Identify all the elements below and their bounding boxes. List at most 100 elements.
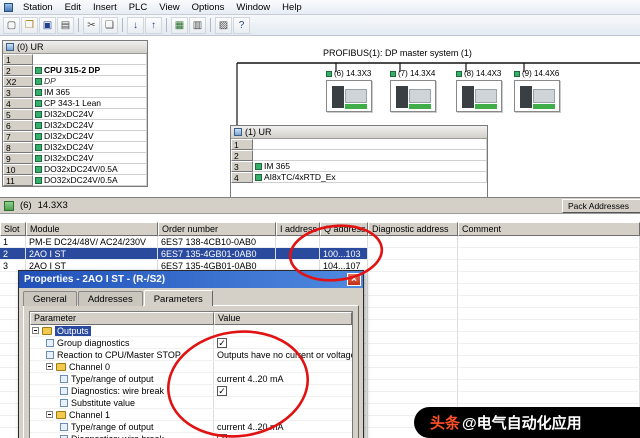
rack0-window[interactable]: (0) UR 12CPU 315-2 DPX2DP3IM 3654CP 343-… (2, 40, 148, 187)
param-row[interactable]: Substitute value (30, 397, 352, 409)
expander-icon[interactable] (32, 327, 39, 334)
table-row[interactable]: 22AO I ST6ES7 135-4GB01-0AB0100...103 (0, 248, 640, 260)
paste-icon[interactable]: ❏ (101, 17, 118, 34)
slot-cell: 5 (3, 109, 33, 120)
column-header[interactable]: Order number (158, 222, 276, 236)
module-icon (35, 133, 42, 140)
dp-slave[interactable]: (8) 14.4X3 (456, 69, 514, 112)
help-icon[interactable]: ? (233, 17, 250, 34)
dp-slave[interactable]: (7) 14.3X4 (390, 69, 448, 112)
rack-row[interactable]: 1 (231, 139, 487, 150)
module-label: CPU 315-2 DP (44, 65, 100, 75)
rack-row[interactable]: 11DO32xDC24V/0.5A (3, 175, 147, 186)
menu-item-plc[interactable]: PLC (123, 0, 153, 14)
checkbox-icon[interactable]: ✓ (217, 338, 227, 348)
menu-item-window[interactable]: Window (230, 0, 276, 14)
module-icon (35, 166, 42, 173)
new-station-icon[interactable]: ▢ (3, 17, 20, 34)
checkbox-icon[interactable]: ✓ (217, 434, 227, 438)
module-icon (255, 174, 262, 181)
parameter-icon (60, 399, 68, 407)
menu-item-insert[interactable]: Insert (87, 0, 123, 14)
column-header[interactable]: Q address (320, 222, 368, 236)
menu-item-help[interactable]: Help (276, 0, 308, 14)
upload-icon[interactable]: ↑ (145, 17, 162, 34)
rack-row[interactable]: 10DO32xDC24V/0.5A (3, 164, 147, 175)
param-row[interactable]: Channel 1 (30, 409, 352, 421)
rack-row[interactable]: 2CPU 315-2 DP (3, 65, 147, 76)
tab-general[interactable]: General (23, 291, 77, 306)
dp-slave-icon (514, 71, 520, 77)
dp-slave-name: (6) 14.3X3 (334, 69, 371, 78)
download-icon[interactable]: ↓ (127, 17, 144, 34)
column-header[interactable]: Module (26, 222, 158, 236)
rack-row[interactable]: 4AI8xTC/4xRTD_Ex (231, 172, 487, 183)
slot-cell: 2 (231, 150, 253, 161)
rack-row[interactable]: 4CP 343-1 Lean (3, 98, 147, 109)
param-column-header[interactable]: Value (214, 312, 352, 325)
rack1-caption[interactable]: (1) UR (231, 126, 487, 139)
dp-slave[interactable]: (6) 14.3X3 (326, 69, 384, 112)
cell-diag (368, 380, 458, 392)
rack-row[interactable]: 3IM 365 (231, 161, 487, 172)
online-offline-icon[interactable]: ▦ (171, 17, 188, 34)
pack-addresses-button[interactable]: Pack Addresses (562, 199, 640, 213)
menu-item-options[interactable]: Options (186, 0, 231, 14)
save-icon[interactable]: ▣ (39, 17, 56, 34)
rack-row[interactable]: 5DI32xDC24V (3, 109, 147, 120)
print-icon[interactable]: ▤ (57, 17, 74, 34)
param-column-header[interactable]: Parameter (30, 312, 214, 325)
dp-slave[interactable]: (9) 14.4X6 (514, 69, 572, 112)
rack-row[interactable]: 9DI32xDC24V (3, 153, 147, 164)
expander-icon[interactable] (46, 363, 53, 370)
param-row[interactable]: Type/range of outputcurrent 4..20 mA (30, 421, 352, 433)
rack1-window[interactable]: (1) UR 123IM 3654AI8xTC/4xRTD_Ex (230, 125, 488, 197)
dp-slave-image (326, 80, 372, 112)
tab-addresses[interactable]: Addresses (78, 291, 143, 306)
dp-slave-icon (456, 71, 462, 77)
param-row[interactable]: Diagnostics: wire break✓ (30, 385, 352, 397)
param-value-cell: ✓ (214, 385, 352, 396)
rack-row[interactable]: 7DI32xDC24V (3, 131, 147, 142)
rack-row[interactable]: 3IM 365 (3, 87, 147, 98)
param-row[interactable]: Diagnostics: wire break✓ (30, 433, 352, 438)
rack-row[interactable]: 6DI32xDC24V (3, 120, 147, 131)
rack-row[interactable]: 8DI32xDC24V (3, 142, 147, 153)
column-header[interactable]: Slot (0, 222, 26, 236)
rack-row[interactable]: 2 (231, 150, 487, 161)
catalog-icon[interactable]: ▨ (215, 17, 232, 34)
rack-row[interactable]: 1 (3, 54, 147, 65)
rack0-caption[interactable]: (0) UR (3, 41, 147, 54)
module-cell: DI32xDC24V (33, 131, 147, 142)
expander-icon[interactable] (46, 411, 53, 418)
param-row[interactable]: Channel 0 (30, 361, 352, 373)
column-header[interactable]: I address (276, 222, 320, 236)
module-icon (35, 155, 42, 162)
column-header[interactable]: Comment (458, 222, 640, 236)
menu-item-view[interactable]: View (153, 0, 185, 14)
column-header[interactable]: Diagnostic address (368, 222, 458, 236)
param-row[interactable]: Type/range of outputcurrent 4..20 mA (30, 373, 352, 385)
table-row[interactable]: 1PM-E DC24/48V/ AC24/230V6ES7 138-4CB10-… (0, 236, 640, 248)
param-row[interactable]: Group diagnostics✓ (30, 337, 352, 349)
slot-cell: 4 (3, 98, 33, 109)
menu-items: StationEditInsertPLCViewOptionsWindowHel… (17, 0, 308, 14)
rack-row[interactable]: X2DP (3, 76, 147, 87)
tab-parameters[interactable]: Parameters (144, 290, 213, 306)
module-label: DI32xDC24V (44, 153, 94, 163)
checkbox-icon[interactable]: ✓ (217, 386, 227, 396)
param-row[interactable]: Reaction to CPU/Master STOPOutputs have … (30, 349, 352, 361)
menu-item-station[interactable]: Station (17, 0, 59, 14)
close-icon[interactable]: × (347, 273, 361, 286)
address-overview-icon[interactable]: ▥ (189, 17, 206, 34)
cell-diag (368, 368, 458, 380)
cut-icon[interactable]: ✂ (83, 17, 100, 34)
slot-cell: 7 (3, 131, 33, 142)
cell-q: 100...103 (320, 248, 368, 260)
open-station-icon[interactable]: ❐ (21, 17, 38, 34)
cell-diag (368, 332, 458, 344)
parameters-panel: ParameterValue OutputsGroup diagnostics✓… (23, 305, 359, 438)
param-row[interactable]: Outputs (30, 325, 352, 337)
dialog-titlebar[interactable]: Properties - 2AO I ST - (R-/S2) × (19, 271, 363, 288)
menu-item-edit[interactable]: Edit (59, 0, 87, 14)
